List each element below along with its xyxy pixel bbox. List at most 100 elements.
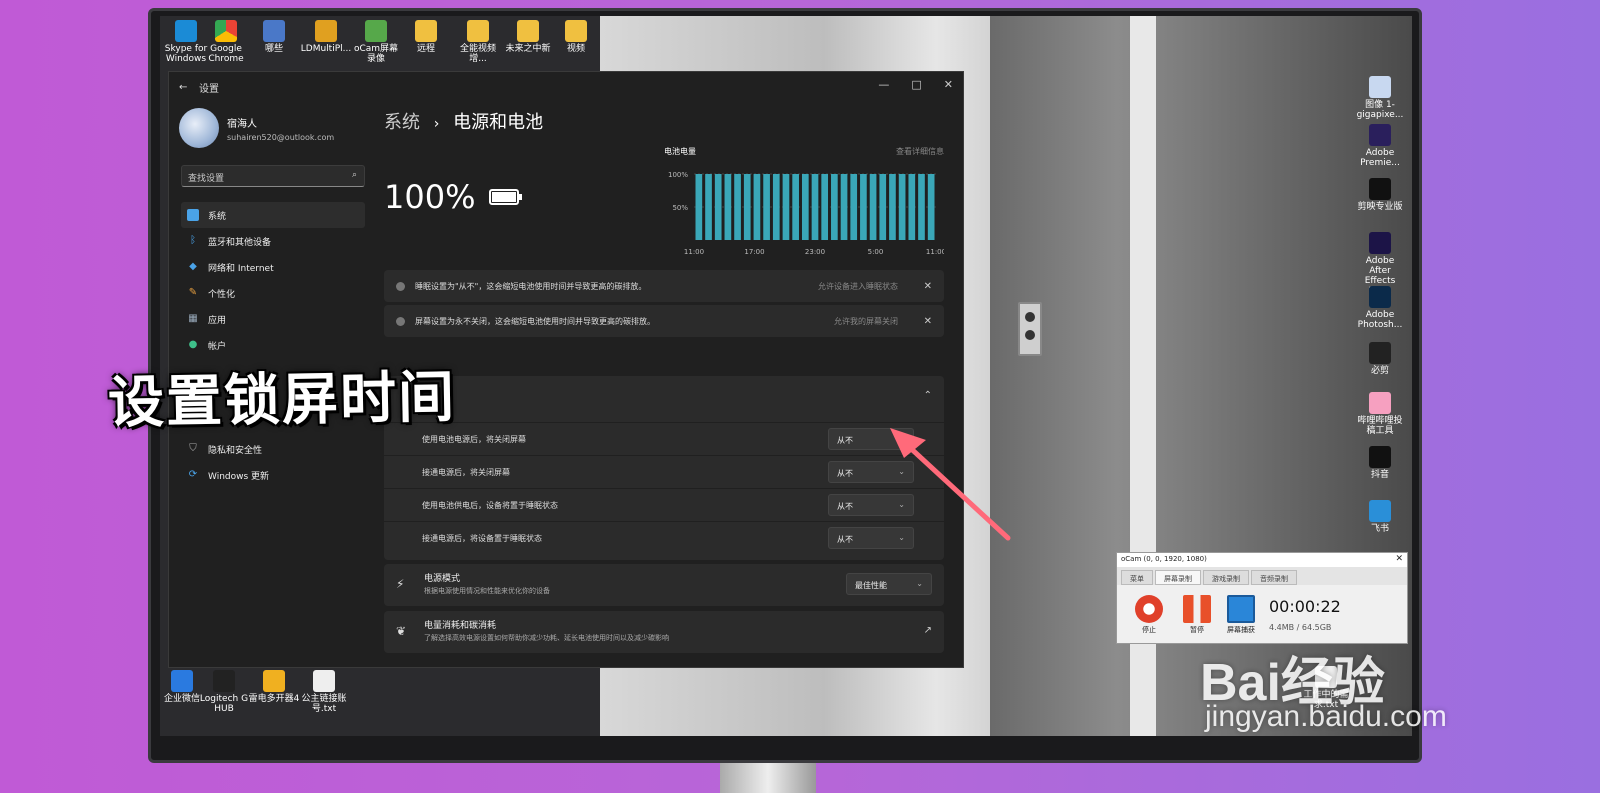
card-description: 了解选择高效电源设置如何帮助你减少功耗、延长电池使用时间以及减少碳影响 — [424, 634, 669, 642]
button-label: 停止 — [1142, 626, 1156, 634]
desktop-icon[interactable]: 哔哩哔哩投稿工具 — [1354, 392, 1406, 436]
desktop-icon[interactable]: 公主链接账号.txt — [298, 670, 350, 714]
power-mode-icon: ⚡ — [396, 577, 405, 591]
desktop-icon-label: oCam屏幕录像 — [353, 44, 399, 64]
desktop-icon[interactable]: 远程 — [400, 20, 452, 54]
setting-dropdown[interactable]: 从不 — [828, 428, 914, 450]
desktop-icon[interactable]: 未来之中新 — [502, 20, 554, 54]
leaf-icon: ❦ — [396, 624, 407, 638]
sidebar-item-apps[interactable]: ▦ 应用 — [181, 306, 365, 332]
x-tick-label: 11:00 — [926, 248, 944, 256]
dropdown-value: 从不 — [837, 502, 853, 511]
desktop-icon[interactable]: Google Chrome — [200, 20, 252, 64]
battery-bar — [763, 174, 770, 240]
minimize-icon[interactable]: — — [878, 78, 889, 91]
desktop-icon-label: 抖音 — [1370, 470, 1389, 480]
brush-icon: ✎ — [188, 287, 198, 298]
sidebar-item-network[interactable]: ◆ 网络和 Internet — [181, 254, 365, 280]
sidebar-item-system[interactable]: 系统 — [181, 202, 365, 228]
desktop-icon[interactable]: 雷电多开器4 — [248, 670, 300, 704]
sidebar-item-windows-update[interactable]: ⟳ Windows 更新 — [181, 462, 365, 488]
power-mode-dropdown[interactable]: 最佳性能 ⌄ — [846, 573, 932, 595]
tab-game-record[interactable]: 游戏录制 — [1203, 570, 1249, 585]
energy-card[interactable]: ❦ 电量消耗和碳消耗 了解选择高效电源设置如何帮助你减少功耗、延长电池使用时间以… — [384, 611, 944, 653]
desktop-icon[interactable]: 抖音 — [1354, 446, 1406, 480]
chevron-up-icon[interactable]: ⌃ — [924, 390, 932, 401]
maximize-icon[interactable]: □ — [911, 78, 921, 91]
view-details-link[interactable]: 查看详细信息 — [896, 146, 944, 157]
dropdown-value: 从不 — [837, 535, 853, 544]
screen-capture-icon — [1227, 595, 1255, 623]
battery-bar — [743, 174, 751, 240]
button-label: 屏幕捕获 — [1227, 626, 1255, 634]
info-icon — [396, 316, 405, 326]
desktop-icon[interactable]: oCam屏幕录像 — [350, 20, 402, 64]
pause-button[interactable]: 暂停 — [1179, 595, 1215, 635]
sidebar-item-label: 网络和 Internet — [208, 263, 274, 274]
screen-sleep-section: ⌃ 使用电池电源后，将关闭屏幕 从不 接通电源后，将关闭屏幕 从不 ⌄ 使用电池供电后… — [384, 376, 944, 560]
close-icon[interactable]: ✕ — [944, 78, 953, 91]
desktop-icon-label: 远程 — [416, 44, 435, 54]
desktop-icon[interactable]: Logitech G HUB — [198, 670, 250, 714]
desktop-icon[interactable]: Adobe Premie... — [1354, 124, 1406, 168]
sidebar-item-privacy[interactable]: ⛉ 隐私和安全性 — [181, 436, 365, 462]
dropdown-value: 最佳性能 — [855, 581, 887, 590]
battery-bar — [831, 174, 838, 240]
pause-icon — [1183, 595, 1211, 623]
setting-dropdown[interactable]: 从不 ⌄ — [828, 494, 914, 516]
card-title: 电量消耗和碳消耗 — [424, 621, 497, 631]
user-email: suhairen520@outlook.com — [227, 132, 335, 142]
desktop-icon-label: 雷电多开器4 — [248, 694, 300, 704]
battery-bar — [840, 174, 848, 240]
capture-button[interactable]: 屏幕捕获 — [1223, 595, 1259, 635]
desktop-icon[interactable]: Adobe Photosh... — [1354, 286, 1406, 330]
battery-chart: 电池电量 查看详细信息 100% 50% 11:00 17:00 23:00 5:00 11… — [664, 146, 944, 266]
power-mode-card: ⚡ 电源模式 根据电源使用情况和性能来优化你的设备 最佳性能 ⌄ — [384, 564, 944, 606]
close-icon[interactable]: ✕ — [924, 281, 932, 292]
chevron-down-icon: ⌄ — [898, 533, 905, 542]
desktop-icon[interactable]: 剪映专业版 — [1354, 178, 1406, 212]
battery-status: 100% — [384, 178, 523, 216]
desktop-icon[interactable]: 全能视频增... — [452, 20, 504, 64]
tab-audio-record[interactable]: 音频录制 — [1251, 570, 1297, 585]
notice-action-link[interactable]: 允许我的屏幕关闭 — [834, 316, 898, 327]
desktop-icon-label: 视频 — [566, 44, 585, 54]
desktop-icon[interactable]: 视频 — [550, 20, 602, 54]
setting-label: 接通电源后，将关闭屏幕 — [422, 467, 510, 477]
sidebar-item-bluetooth[interactable]: ᛒ 蓝牙和其他设备 — [181, 228, 365, 254]
setting-row: 使用电池供电后，设备将置于睡眠状态 从不 ⌄ — [384, 488, 944, 521]
setting-dropdown[interactable]: 从不 ⌄ — [828, 461, 914, 483]
back-arrow-icon[interactable]: ← — [179, 82, 199, 93]
setting-label: 使用电池电源后，将关闭屏幕 — [422, 434, 526, 444]
battery-bar — [889, 174, 896, 240]
tab-screen-record[interactable]: 屏幕录制 — [1155, 570, 1201, 585]
stop-button[interactable]: 停止 — [1131, 595, 1167, 635]
desktop-icon-label: 哔哩哔哩投稿工具 — [1357, 416, 1403, 436]
setting-dropdown[interactable]: 从不 ⌄ — [828, 527, 914, 549]
close-icon[interactable]: ✕ — [1395, 554, 1403, 564]
desktop-icon-label: 全能视频增... — [459, 44, 496, 64]
shield-icon: ⛉ — [189, 443, 197, 454]
battery-bar — [898, 174, 906, 240]
user-profile[interactable]: 宿海人 suhairen520@outlook.com — [179, 108, 334, 148]
sidebar-item-personalization[interactable]: ✎ 个性化 — [181, 280, 365, 306]
main-content: 系统 › 电源和电池 100% 电池电量 查看详细信息 100% 50% 11:00… — [384, 108, 944, 653]
desktop-icon[interactable]: 哪些 — [248, 20, 300, 54]
desktop-icon-label: 必剪 — [1370, 366, 1389, 376]
search-icon: ⌕ — [351, 170, 357, 180]
desktop-icon-label: 剪映专业版 — [1357, 202, 1403, 212]
close-icon[interactable]: ✕ — [924, 316, 932, 327]
desktop-icon[interactable]: 图像 1-gigapixe... — [1354, 76, 1406, 120]
search-input[interactable]: 查找设置 ⌕ — [181, 165, 365, 187]
desktop-icon[interactable]: 飞书 — [1354, 500, 1406, 534]
notice-action-link[interactable]: 允许设备进入睡眠状态 — [818, 281, 898, 292]
tab-menu[interactable]: 菜单 — [1121, 570, 1153, 585]
dropdown-value: 从不 — [837, 469, 853, 478]
battery-bar — [811, 174, 819, 240]
desktop-icon[interactable]: 必剪 — [1354, 342, 1406, 376]
desktop-icon[interactable]: LDMultiPl... — [300, 20, 352, 54]
desktop-icon-label: Adobe Premie... — [1360, 148, 1400, 168]
breadcrumb-parent[interactable]: 系统 — [384, 112, 420, 133]
setting-row: 接通电源后，将设备置于睡眠状态 从不 ⌄ — [384, 521, 944, 554]
desktop-icon-label: Logitech G HUB — [199, 694, 249, 714]
